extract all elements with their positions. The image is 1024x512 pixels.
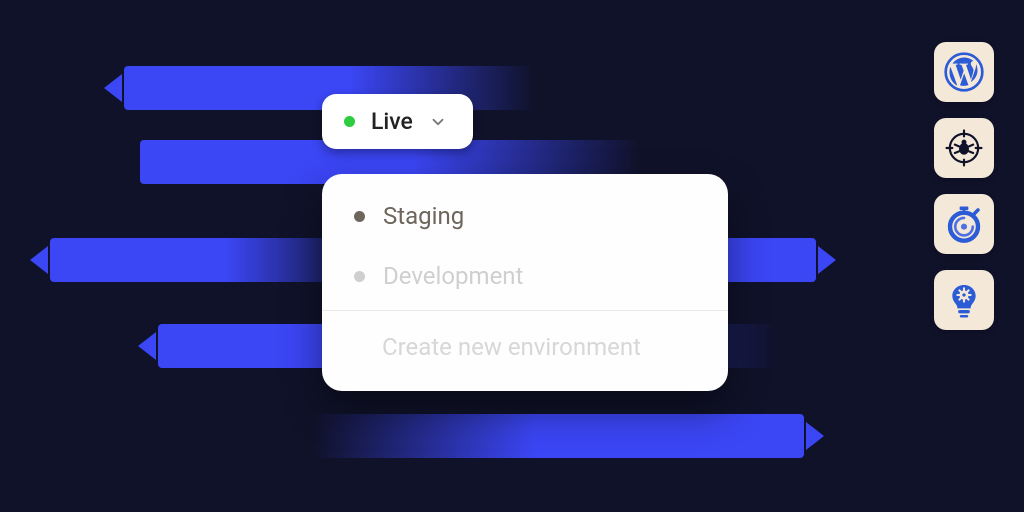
env-create-new[interactable]: Create new environment <box>322 315 728 379</box>
stopwatch-icon <box>943 203 985 245</box>
wordpress-icon <box>944 52 984 92</box>
bar-arrow-left <box>138 332 156 360</box>
status-dot-live-icon <box>344 116 355 127</box>
env-option-label: Development <box>383 262 523 290</box>
integration-tiles <box>934 42 994 330</box>
env-option-label: Staging <box>383 202 464 230</box>
bar-arrow-left <box>104 74 122 102</box>
chevron-down-icon <box>429 113 447 131</box>
tile-optimize[interactable] <box>934 270 994 330</box>
bar-arrow-left <box>30 246 48 274</box>
tile-wordpress[interactable] <box>934 42 994 102</box>
status-dot-dev-icon <box>354 271 365 282</box>
env-option-development[interactable]: Development <box>322 246 728 306</box>
env-create-label: Create new environment <box>382 333 641 361</box>
env-current-label: Live <box>371 108 413 135</box>
decorative-bar <box>314 414 804 458</box>
divider <box>322 310 728 311</box>
env-switcher-trigger[interactable]: Live <box>322 94 473 149</box>
debug-target-icon <box>944 128 984 168</box>
env-switcher-dropdown: Staging Development Create new environme… <box>322 174 728 391</box>
tile-debug[interactable] <box>934 118 994 178</box>
hero-illustration: Live Staging Development Create new envi… <box>0 0 1024 512</box>
bar-arrow-right <box>806 422 824 450</box>
status-dot-staging-icon <box>354 211 365 222</box>
idea-gear-icon <box>944 280 984 320</box>
bar-arrow-right <box>818 246 836 274</box>
tile-performance[interactable] <box>934 194 994 254</box>
env-option-staging[interactable]: Staging <box>322 186 728 246</box>
